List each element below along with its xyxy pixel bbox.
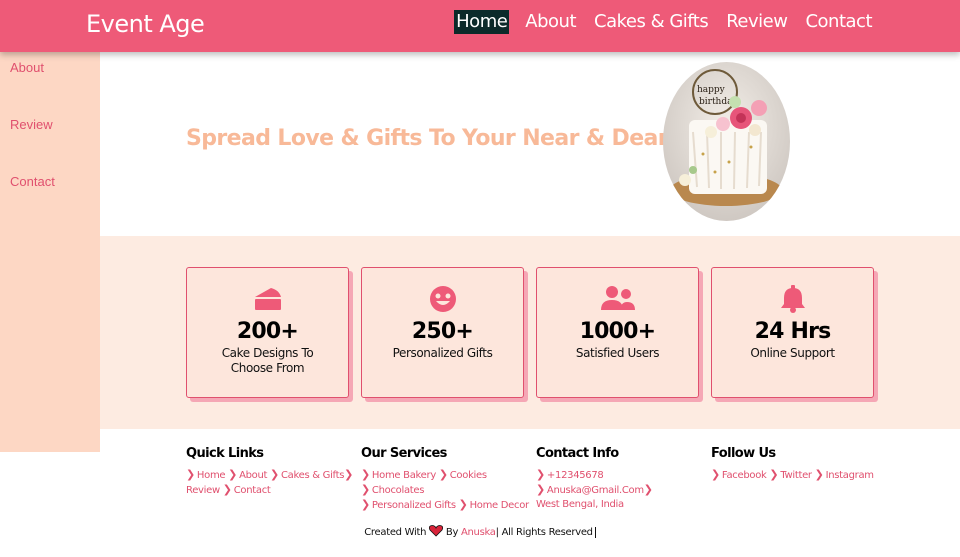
link-label: Home [196, 470, 226, 481]
link-label: Contact [233, 485, 271, 496]
footer-link-about[interactable]: ❯ About [228, 468, 268, 481]
chevron-right-icon: ❯ [438, 468, 448, 481]
chevron-right-icon: ❯ [814, 468, 824, 481]
footer-heading: Follow Us [711, 446, 776, 461]
svg-text:happy: happy [697, 85, 726, 95]
link-label: Chocolates [371, 485, 425, 496]
footer-follow-us: Follow Us ❯ Facebook ❯ Twitter ❯ Instagram [711, 446, 881, 483]
bell-icon [712, 285, 873, 313]
credit-by: By [445, 527, 459, 538]
chevron-right-icon: ❯ [270, 468, 279, 481]
credit-end-bar [594, 527, 596, 538]
sidebar-item-review[interactable]: Review [10, 117, 53, 132]
link-label: Review [186, 485, 220, 496]
link-label: Cakes & Gifts [280, 470, 345, 481]
stat-card-support: 24 Hrs Online Support [711, 267, 874, 398]
footer-link-home[interactable]: ❯ Home [186, 468, 226, 481]
footer-address: West Bengal, India [536, 499, 624, 510]
footer-link-personalized-gifts[interactable]: ❯ Personalized Gifts [361, 498, 456, 511]
chevron-right-icon: ❯ [769, 468, 779, 481]
link-label: Home Bakery [371, 470, 436, 481]
hero-title: Spread Love & Gifts To Your Near & Dear … [186, 126, 736, 151]
smile-icon [362, 285, 523, 313]
nav-cakes-gifts[interactable]: Cakes & Gifts [592, 10, 710, 34]
chevron-right-icon: ❯ [536, 483, 545, 496]
chevron-right-icon: ❯ [458, 498, 468, 511]
credit-suffix: | All Rights Reserved [495, 527, 593, 538]
chevron-right-icon: ❯ [361, 498, 370, 511]
link-label: Personalized Gifts [371, 500, 456, 511]
stat-card-cakes: 200+ Cake Designs To Choose From [186, 267, 349, 398]
chevron-right-icon: ❯ [361, 483, 370, 496]
footer-contact-info: Contact Info ❯ +12345678 ❯ Anuska@Gmail.Co… [536, 446, 706, 512]
footer-link-twitter[interactable]: ❯ Twitter [769, 468, 812, 481]
chevron-right-icon: ❯ [228, 468, 238, 481]
credit-prefix: Created With [364, 527, 427, 538]
footer-phone[interactable]: ❯ +12345678 [536, 468, 604, 481]
footer-link-facebook[interactable]: ❯ Facebook [711, 468, 767, 481]
footer-heading: Contact Info [536, 446, 619, 461]
link-label: About [239, 470, 268, 481]
stat-label: Satisfied Users [575, 346, 660, 360]
footer-quick-links: Quick Links ❯ Home ❯ About ❯ Cakes & Gifts❯… [186, 446, 356, 498]
footer-link-cakes-gifts[interactable]: ❯ Cakes & Gifts❯ [270, 468, 355, 481]
chevron-right-icon: ❯ [643, 483, 653, 496]
heart-icon [428, 525, 444, 538]
footer-heading: Our Services [361, 446, 447, 461]
chevron-right-icon: ❯ [536, 468, 545, 481]
nav-about[interactable]: About [523, 10, 578, 34]
footer-email[interactable]: ❯ Anuska@Gmail.Com❯ [536, 483, 655, 496]
stat-label: Online Support [750, 346, 835, 360]
stat-card-gifts: 250+ Personalized Gifts [361, 267, 524, 398]
footer-link-contact[interactable]: ❯ Contact [222, 483, 271, 496]
cake-icon [187, 285, 348, 313]
footer-link-home-decor[interactable]: ❯ Home Decor [458, 498, 530, 511]
link-label: +12345678 [546, 470, 604, 481]
stat-number: 1000+ [579, 319, 656, 344]
chevron-right-icon: ❯ [711, 468, 720, 481]
footer-link-home-bakery[interactable]: ❯ Home Bakery [361, 468, 436, 481]
link-label: Instagram [825, 470, 874, 481]
sidebar-item-about[interactable]: About [10, 60, 44, 75]
chevron-right-icon: ❯ [222, 483, 232, 496]
stat-label: Cake Designs To Choose From [221, 346, 314, 375]
link-label: Home Decor [469, 500, 530, 511]
footer-link-instagram[interactable]: ❯ Instagram [814, 468, 874, 481]
nav-review[interactable]: Review [724, 10, 789, 34]
hero-cake-image: happy birthday [663, 62, 790, 221]
footer-link-cookies[interactable]: ❯ Cookies [438, 468, 487, 481]
link-label: Cookies [449, 470, 487, 481]
stat-number: 200+ [236, 319, 299, 344]
nav-contact[interactable]: Contact [803, 10, 874, 34]
brand-logo[interactable]: Event Age [86, 10, 205, 38]
footer-link-review[interactable]: Review [186, 485, 220, 496]
credit-author-link[interactable]: Anuska [461, 527, 496, 538]
footer-credit: Created With By Anuska| All Rights Reser… [0, 525, 960, 538]
users-icon [537, 285, 698, 313]
chevron-right-icon: ❯ [361, 468, 370, 481]
header: Event Age Home About Cakes & Gifts Revie… [0, 0, 960, 52]
link-label: Twitter [780, 470, 812, 481]
footer-heading: Quick Links [186, 446, 264, 461]
link-label: Anuska@Gmail.Com [546, 485, 644, 496]
stat-number: 250+ [411, 319, 474, 344]
main-nav: Home About Cakes & Gifts Review Contact [454, 10, 874, 34]
stat-label: Personalized Gifts [392, 346, 493, 360]
chevron-right-icon: ❯ [344, 468, 354, 481]
nav-home[interactable]: Home [454, 10, 510, 34]
footer-link-chocolates[interactable]: ❯ Chocolates [361, 483, 425, 496]
chevron-right-icon: ❯ [186, 468, 195, 481]
stat-card-users: 1000+ Satisfied Users [536, 267, 699, 398]
sidebar-item-contact[interactable]: Contact [10, 174, 55, 189]
sidebar: About Review Contact [0, 52, 100, 452]
link-label: Facebook [721, 470, 767, 481]
stat-number: 24 Hrs [754, 319, 832, 344]
footer-services: Our Services ❯ Home Bakery ❯ Cookies ❯ Choc… [361, 446, 531, 513]
